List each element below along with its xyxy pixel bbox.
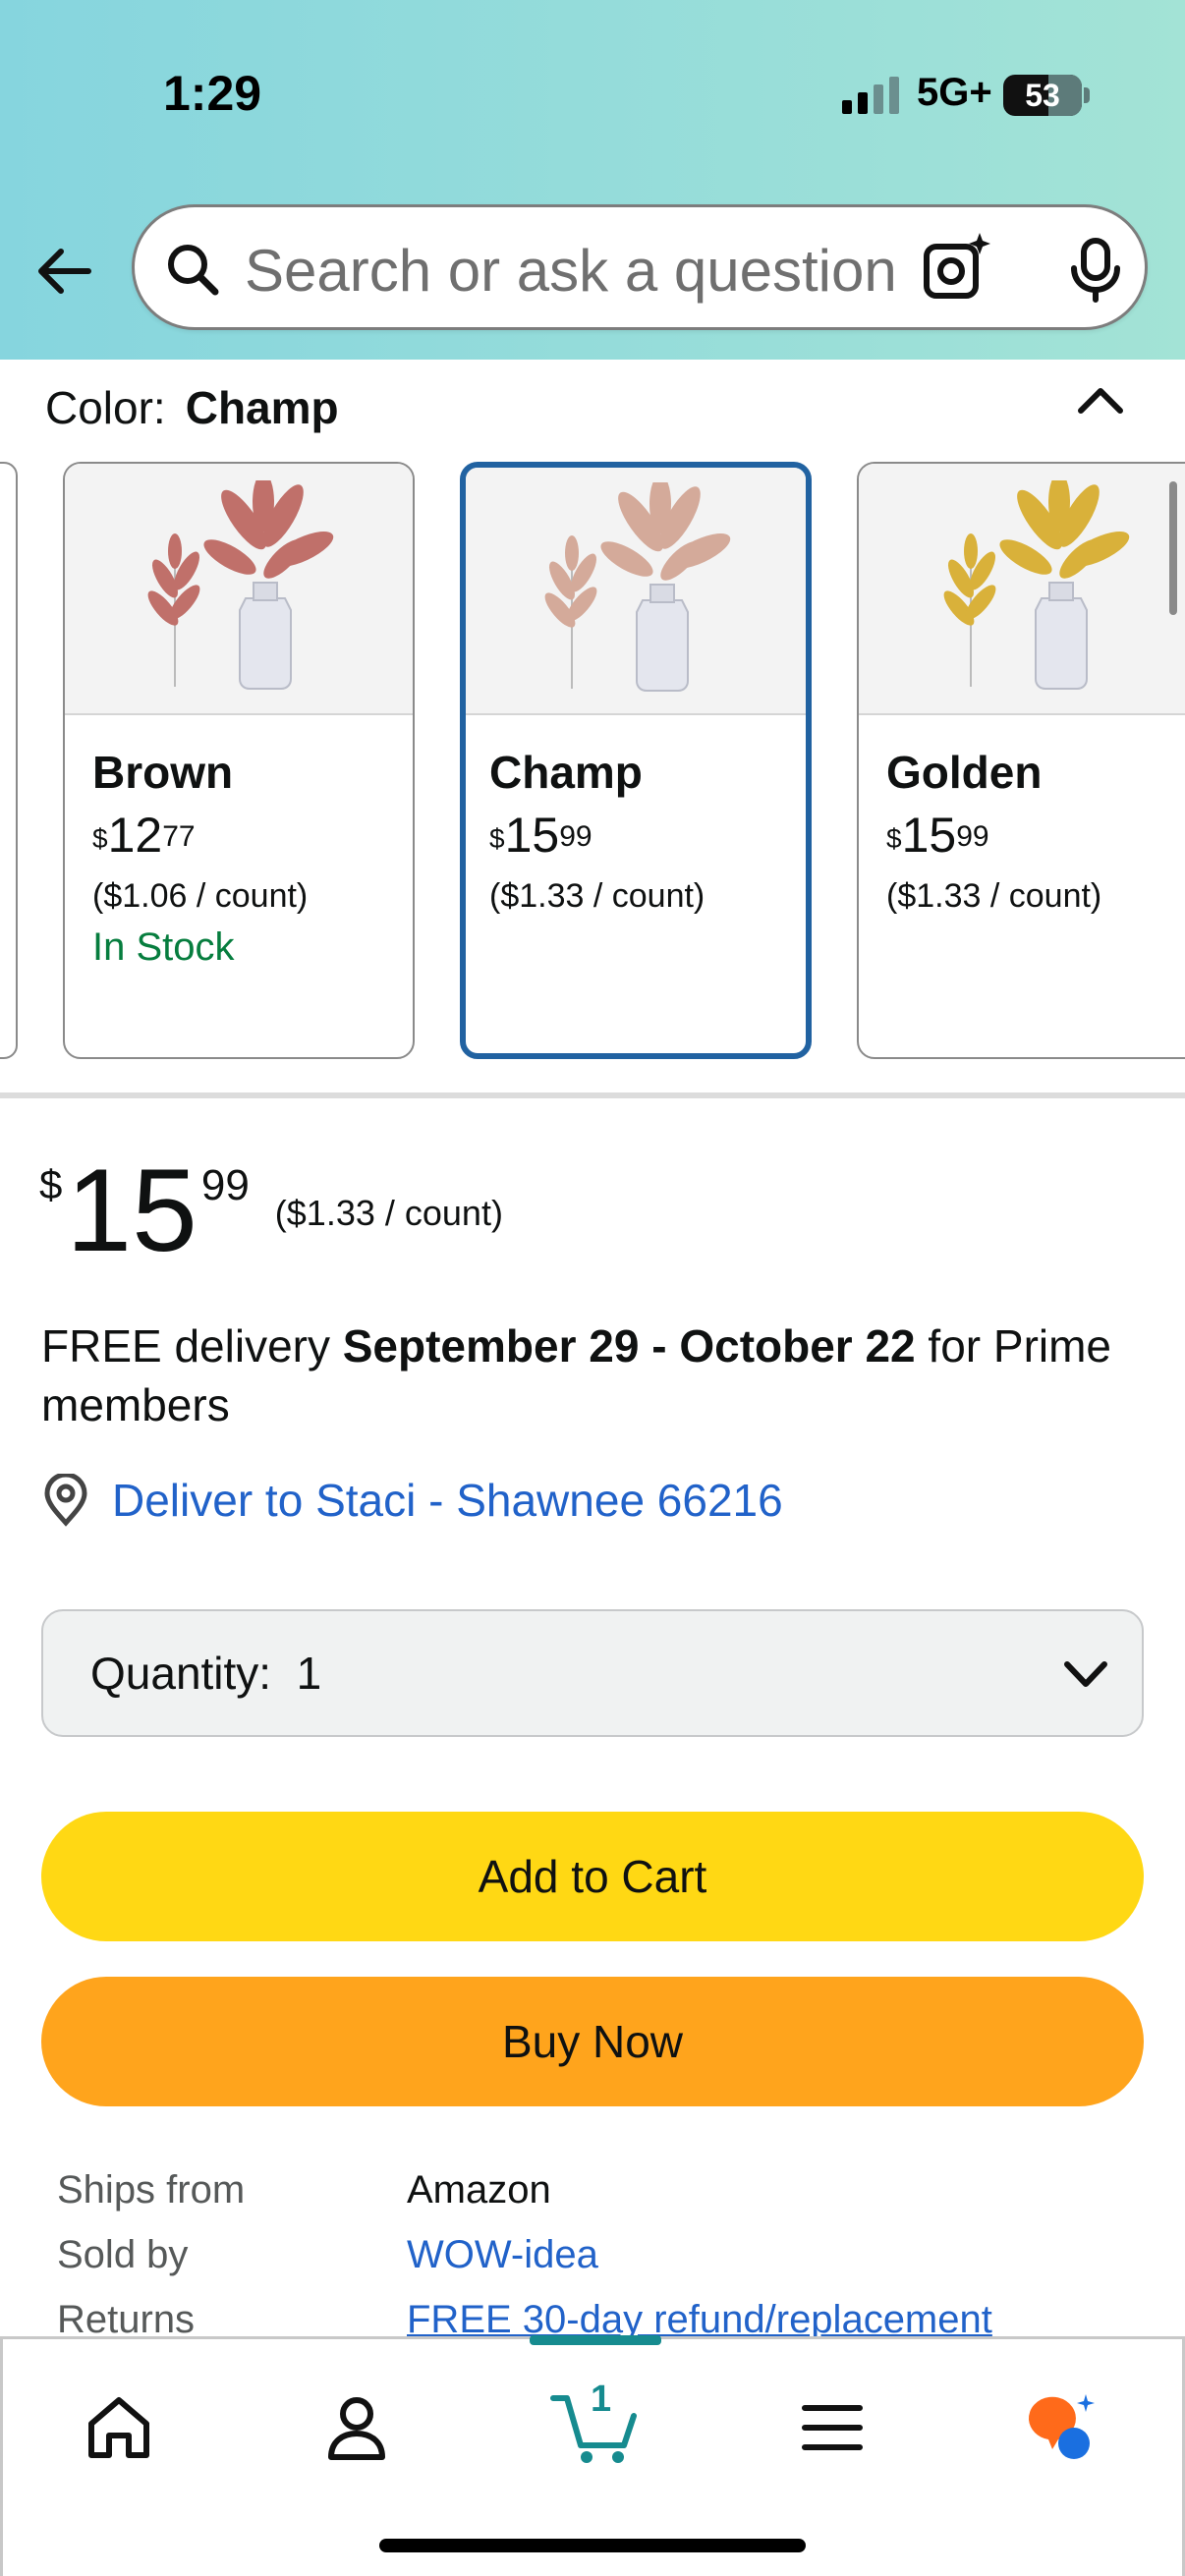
swatch-image bbox=[65, 464, 413, 715]
location-pin-icon bbox=[44, 1474, 87, 1527]
seller-info: Ships from Amazon Sold by WOW-idea Returns… bbox=[57, 2157, 992, 2352]
color-selected: Champ bbox=[185, 382, 339, 433]
swatch-name: Champ bbox=[489, 747, 643, 798]
quantity-dropdown[interactable]: Quantity: 1 bbox=[41, 1609, 1144, 1737]
swatch-name: Golden bbox=[886, 747, 1043, 798]
swatch-price: $1599 bbox=[489, 808, 592, 863]
delivery-dates: September 29 - October 22 bbox=[342, 1320, 916, 1372]
cart-count: 1 bbox=[591, 2379, 612, 2420]
swatch-image bbox=[859, 464, 1185, 715]
home-icon[interactable] bbox=[82, 2390, 156, 2465]
swatch-golden[interactable]: Golden $1599 ($1.33 / count) bbox=[857, 462, 1185, 1059]
leaf-vase-image bbox=[147, 480, 334, 690]
header: 1:29 5G+ 53 Search or ask a question bbox=[0, 0, 1185, 360]
search-bar[interactable]: Search or ask a question bbox=[132, 204, 1148, 330]
swatch-unit-price: ($1.33 / count) bbox=[886, 877, 1102, 915]
price-symbol: $ bbox=[39, 1161, 63, 1207]
rufus-assistant-icon[interactable] bbox=[1023, 2390, 1098, 2465]
color-label: Color: bbox=[45, 382, 166, 433]
search-icon bbox=[168, 245, 219, 296]
add-to-cart-button[interactable]: Add to Cart bbox=[41, 1812, 1144, 1941]
product-price: $ 15 99 ($1.33 / count) bbox=[39, 1149, 503, 1271]
cart-icon[interactable]: 1 bbox=[549, 2379, 648, 2467]
swatch-brown[interactable]: Brown $1277 ($1.06 / count) In Stock bbox=[63, 462, 415, 1059]
leaf-vase-image bbox=[544, 482, 731, 692]
quantity-label: Quantity: 1 bbox=[90, 1648, 322, 1699]
product-page: 1:29 5G+ 53 Search or ask a question Col… bbox=[0, 0, 1185, 2576]
swatch-unit-price: ($1.06 / count) bbox=[92, 877, 309, 915]
home-indicator bbox=[379, 2539, 806, 2552]
signal-icon bbox=[842, 77, 899, 114]
ships-from-row: Ships from Amazon bbox=[57, 2168, 551, 2212]
swatch-partial-previous[interactable] bbox=[0, 462, 18, 1059]
swatch-unit-price: ($1.33 / count) bbox=[489, 877, 705, 915]
swatch-price: $1599 bbox=[886, 808, 989, 863]
chevron-down-icon bbox=[1064, 1661, 1107, 1687]
nav-active-indicator bbox=[530, 2335, 661, 2345]
collapse-chevron-up-icon[interactable] bbox=[1075, 379, 1126, 419]
sold-by-row: Sold by WOW-idea bbox=[57, 2222, 992, 2287]
back-arrow-icon[interactable] bbox=[33, 240, 96, 303]
price-whole: 15 bbox=[66, 1145, 198, 1276]
swatch-price: $1277 bbox=[92, 808, 196, 863]
account-icon[interactable] bbox=[319, 2390, 394, 2465]
microphone-icon[interactable] bbox=[1062, 237, 1129, 304]
battery-level: 53 bbox=[1025, 77, 1060, 113]
camera-lens-icon[interactable] bbox=[921, 231, 995, 306]
deliver-to-text[interactable]: Deliver to Staci - Shawnee 66216 bbox=[112, 1474, 783, 1527]
menu-icon[interactable] bbox=[795, 2390, 870, 2465]
leaf-vase-image bbox=[943, 480, 1130, 690]
swatch-image bbox=[466, 468, 806, 715]
section-divider bbox=[0, 1092, 1185, 1098]
carousel-scrollbar[interactable] bbox=[1169, 481, 1177, 615]
color-swatch-carousel[interactable]: Brown $1277 ($1.06 / count) In Stock Cha… bbox=[0, 462, 1185, 1061]
buy-now-button[interactable]: Buy Now bbox=[41, 1977, 1144, 2106]
color-selector-label: Color: Champ bbox=[45, 381, 339, 434]
swatch-stock-status: In Stock bbox=[92, 925, 235, 969]
deliver-to-link[interactable]: Deliver to Staci - Shawnee 66216 bbox=[41, 1474, 783, 1527]
price-per-unit: ($1.33 / count) bbox=[274, 1193, 503, 1233]
network-label: 5G+ bbox=[917, 71, 992, 114]
price-cents: 99 bbox=[200, 1161, 250, 1209]
battery-icon: 53 bbox=[1003, 75, 1082, 116]
delivery-info: FREE delivery September 29 - October 22 … bbox=[41, 1320, 1112, 1430]
status-time: 1:29 bbox=[163, 66, 262, 121]
battery-nub bbox=[1084, 87, 1090, 103]
swatch-champ-selected[interactable]: Champ $1599 ($1.33 / count) bbox=[460, 462, 812, 1059]
quantity-value: 1 bbox=[296, 1648, 322, 1699]
seller-link[interactable]: WOW-idea bbox=[407, 2222, 598, 2287]
swatch-name: Brown bbox=[92, 747, 234, 798]
